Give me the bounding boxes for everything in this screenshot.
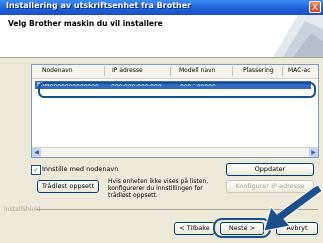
node-name-label: Innstille med nodenavn <box>42 165 119 173</box>
title-bar[interactable]: Installering av utskriftsenhet fra Broth… <box>0 0 323 15</box>
window-title: Installering av utskriftsenhet fra Broth… <box>6 1 192 10</box>
header-graphic <box>253 15 323 57</box>
page-title: Velg Brother maskin du vil installere <box>8 19 163 28</box>
help-text: Hvis enheten ikke vises på listen, konfi… <box>108 178 209 199</box>
installer-window: Installering av utskriftsenhet fra Broth… <box>0 0 323 243</box>
column-mac-address[interactable]: MAC-ac <box>288 67 311 74</box>
close-button[interactable]: X <box>309 1 321 13</box>
column-location[interactable]: Plassering <box>243 67 274 74</box>
column-ip-address[interactable]: IP adresse <box>112 67 143 74</box>
horizontal-scrollbar[interactable]: ◀ ▶ <box>32 147 318 157</box>
back-button[interactable]: < Tilbake <box>174 222 215 235</box>
wizard-header: Velg Brother maskin du vil installere <box>0 15 323 58</box>
device-list[interactable]: Nodenavn IP adresse Modell navn Plasseri… <box>31 64 319 158</box>
node-name-checkbox[interactable]: ✓ <box>31 165 41 175</box>
scroll-right-icon[interactable]: ▶ <box>309 148 318 157</box>
selection-callout <box>38 82 316 98</box>
callout-arrow-icon <box>263 184 323 232</box>
scroll-left-icon[interactable]: ◀ <box>32 148 41 157</box>
list-header: Nodenavn IP adresse Modell navn Plasseri… <box>32 65 318 79</box>
wireless-setup-button[interactable]: Trådløst oppsett <box>37 180 99 193</box>
column-model-name[interactable]: Modell navn <box>179 67 215 74</box>
refresh-button[interactable]: Oppdater <box>226 163 314 176</box>
column-node-name[interactable]: Nodenavn <box>42 67 73 74</box>
